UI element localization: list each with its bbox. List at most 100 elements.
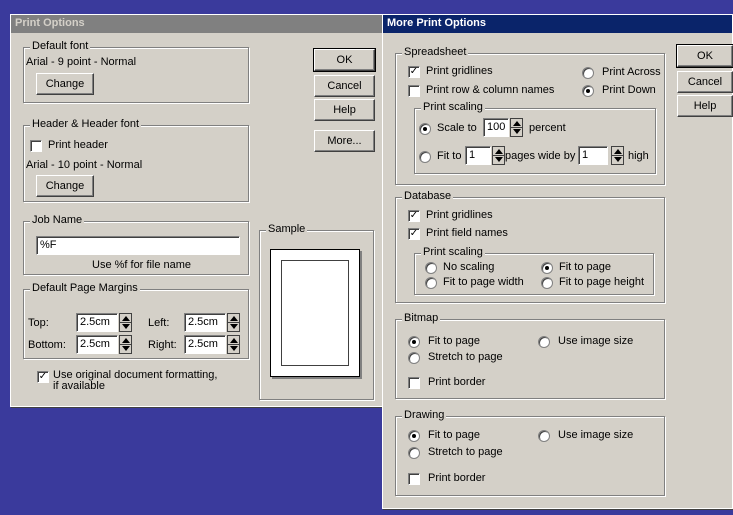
fit-to-page-width-label: Fit to page width — [443, 276, 524, 288]
bottom-margin-spinner[interactable] — [119, 335, 132, 354]
drawing-use-image-size-radio[interactable] — [538, 430, 550, 442]
page-preview — [270, 249, 360, 377]
database-fit-to-page-radio[interactable] — [541, 262, 553, 274]
drawing-group: Drawing Fit to page Use image size Stret… — [395, 409, 665, 496]
group-legend: Database — [402, 190, 454, 202]
scale-percent-input[interactable]: 100 — [483, 118, 509, 137]
job-name-input[interactable]: %F — [36, 236, 240, 255]
pages-wide-input[interactable]: 1 — [465, 146, 491, 165]
more-print-options-titlebar[interactable]: More Print Options — [383, 15, 732, 33]
drawing-print-border-label: Print border — [428, 472, 486, 484]
fit-to-page-height-radio[interactable] — [541, 277, 553, 289]
top-margin-spinner[interactable] — [119, 313, 132, 332]
scale-to-radio[interactable] — [419, 123, 431, 135]
cancel-button[interactable]: Cancel — [314, 75, 375, 97]
print-field-names-checkbox[interactable]: ✓ — [408, 228, 420, 240]
spreadsheet-scaling-group: Print scaling Scale to 100 percent Fit t… — [414, 101, 656, 174]
right-margin-label: Right: — [148, 339, 177, 351]
pages-high-spinner[interactable] — [611, 146, 624, 165]
drawing-use-image-size-label: Use image size — [558, 429, 634, 441]
bitmap-fit-to-page-label: Fit to page — [428, 335, 480, 347]
database-scaling-group: Print scaling No scaling Fit to page Fit… — [414, 246, 654, 295]
job-name-hint: Use %f for file name — [92, 259, 192, 271]
scale-percent-spinner[interactable] — [510, 118, 523, 137]
top-margin-label: Top: — [28, 317, 49, 329]
database-print-gridlines-checkbox[interactable]: ✓ — [408, 210, 420, 222]
help-button[interactable]: Help — [314, 99, 375, 121]
bitmap-fit-to-page-radio[interactable] — [408, 336, 420, 348]
cancel-button[interactable]: Cancel — [677, 71, 733, 93]
bitmap-use-image-size-radio[interactable] — [538, 336, 550, 348]
no-scaling-radio[interactable] — [425, 262, 437, 274]
group-legend: Default font — [30, 40, 91, 52]
bitmap-print-border-checkbox[interactable] — [408, 377, 420, 389]
bottom-margin-label: Bottom: — [28, 339, 66, 351]
more-button[interactable]: More... — [314, 130, 375, 152]
print-header-label: Print header — [48, 139, 108, 151]
ok-button[interactable]: OK — [313, 48, 376, 72]
no-scaling-label: No scaling — [443, 261, 495, 273]
group-legend: Print scaling — [421, 101, 485, 113]
fit-to-radio[interactable] — [419, 151, 431, 163]
bitmap-stretch-to-page-label: Stretch to page — [428, 351, 503, 363]
database-fit-to-page-label: Fit to page — [559, 261, 611, 273]
spreadsheet-print-gridlines-checkbox[interactable]: ✓ — [408, 66, 420, 78]
top-margin-input[interactable]: 2.5cm — [76, 313, 118, 332]
print-down-label: Print Down — [602, 84, 656, 96]
drawing-stretch-to-page-label: Stretch to page — [428, 446, 503, 458]
default-font-value: Arial - 9 point - Normal — [26, 56, 137, 68]
print-row-column-names-checkbox[interactable] — [408, 85, 420, 97]
use-original-formatting-label: Use original document formatting, if ava… — [53, 369, 218, 392]
spreadsheet-print-gridlines-label: Print gridlines — [426, 65, 493, 77]
change-header-font-button[interactable]: Change — [36, 175, 94, 197]
drawing-print-border-checkbox[interactable] — [408, 473, 420, 485]
change-default-font-button[interactable]: Change — [36, 73, 94, 95]
page-margins-group: Default Page Margins Top: 2.5cm Left: 2.… — [23, 282, 249, 359]
group-legend: Spreadsheet — [402, 46, 469, 58]
bitmap-group: Bitmap Fit to page Use image size Stretc… — [395, 312, 665, 399]
use-original-formatting-checkbox[interactable]: ✓ — [37, 371, 49, 383]
header-font-group: Header & Header font Print header Arial … — [23, 118, 249, 202]
pages-wide-by-label: pages wide by — [505, 150, 576, 162]
bitmap-stretch-to-page-radio[interactable] — [408, 352, 420, 364]
help-button[interactable]: Help — [677, 95, 733, 117]
database-group: Database ✓ Print gridlines ✓ Print field… — [395, 190, 665, 303]
print-options-dialog: Print Options Default font Arial - 9 poi… — [10, 14, 384, 407]
drawing-fit-to-page-label: Fit to page — [428, 429, 480, 441]
spreadsheet-group: Spreadsheet ✓ Print gridlines Print Acro… — [395, 46, 665, 185]
fit-to-page-height-label: Fit to page height — [559, 276, 645, 288]
print-options-titlebar[interactable]: Print Options — [11, 15, 383, 33]
group-legend: Header & Header font — [30, 118, 142, 130]
fit-to-label: Fit to — [437, 150, 462, 162]
right-margin-spinner[interactable] — [227, 335, 240, 354]
print-down-radio[interactable] — [582, 85, 594, 97]
right-margin-input[interactable]: 2.5cm — [184, 335, 226, 354]
left-margin-label: Left: — [148, 317, 170, 329]
drawing-fit-to-page-radio[interactable] — [408, 430, 420, 442]
database-print-gridlines-label: Print gridlines — [426, 209, 493, 221]
bottom-margin-input[interactable]: 2.5cm — [76, 335, 118, 354]
fit-to-page-width-radio[interactable] — [425, 277, 437, 289]
pages-wide-spinner[interactable] — [492, 146, 505, 165]
print-header-checkbox[interactable] — [30, 140, 42, 152]
more-print-options-dialog: More Print Options Spreadsheet ✓ Print g… — [382, 14, 733, 509]
print-row-column-names-label: Print row & column names — [426, 84, 555, 96]
group-legend: Bitmap — [402, 312, 441, 324]
pages-high-input[interactable]: 1 — [578, 146, 608, 165]
sample-group: Sample — [259, 223, 374, 400]
ok-button[interactable]: OK — [676, 44, 733, 68]
drawing-stretch-to-page-radio[interactable] — [408, 447, 420, 459]
default-font-group: Default font Arial - 9 point - Normal Ch… — [23, 40, 249, 103]
left-margin-input[interactable]: 2.5cm — [184, 313, 226, 332]
dialog-title: More Print Options — [387, 17, 486, 29]
print-field-names-label: Print field names — [426, 227, 508, 239]
dialog-title: Print Options — [15, 17, 85, 29]
print-across-label: Print Across — [602, 66, 661, 78]
group-legend: Print scaling — [421, 246, 485, 258]
group-legend: Drawing — [402, 409, 447, 421]
print-across-radio[interactable] — [582, 67, 594, 79]
header-font-value: Arial - 10 point - Normal — [26, 159, 143, 171]
group-legend: Job Name — [30, 214, 85, 226]
left-margin-spinner[interactable] — [227, 313, 240, 332]
job-name-group: Job Name %F Use %f for file name — [23, 214, 249, 275]
